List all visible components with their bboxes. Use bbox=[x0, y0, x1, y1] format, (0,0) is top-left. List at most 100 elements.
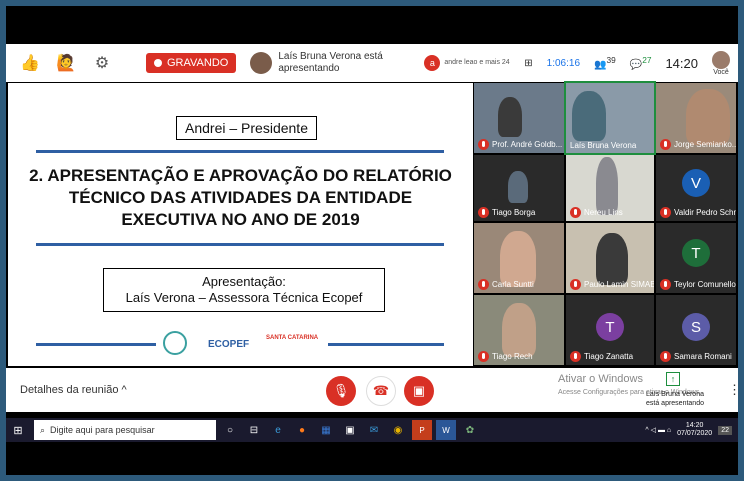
avatar: T bbox=[596, 313, 624, 341]
mic-off-icon: 🎙 bbox=[332, 383, 350, 398]
slide-apres-line2: Laís Verona – Assessora Técnica Ecopef bbox=[125, 290, 363, 305]
taskbar-search[interactable]: ⌕ Digite aqui para pesquisar bbox=[34, 420, 216, 440]
ecopef-logo: ECOPEF bbox=[208, 339, 250, 350]
mic-off-icon bbox=[570, 207, 581, 218]
participant-name: Jorge Semianko... bbox=[660, 139, 736, 150]
presentation-slide: Andrei – Presidente 2. APRESENTAÇÃO E AP… bbox=[8, 83, 473, 366]
mic-toggle-button[interactable]: 🎙 bbox=[326, 376, 356, 406]
participant-name: Carla Suntti bbox=[478, 279, 534, 290]
recording-label: GRAVANDO bbox=[167, 57, 229, 69]
camera-toggle-button[interactable]: ▣ bbox=[404, 376, 434, 406]
presenter-avatar bbox=[250, 52, 273, 74]
slide-divider-bottom bbox=[36, 243, 444, 246]
task-view-icon[interactable]: ⊟ bbox=[244, 420, 264, 440]
participant-video bbox=[686, 89, 730, 145]
mic-off-icon bbox=[660, 139, 671, 150]
video-tile[interactable]: T Tiago Zanatta bbox=[566, 295, 654, 365]
video-tile[interactable]: T Teylor Comunello bbox=[656, 223, 736, 293]
participant-name-text: Tiago Borga bbox=[492, 208, 536, 217]
popup-line1: Laís Bruna Verona bbox=[646, 391, 704, 398]
participant-name: Samara Romani bbox=[660, 351, 732, 362]
video-tile[interactable]: Nereu Lins bbox=[566, 155, 654, 221]
participant-avatar-badge: a bbox=[424, 55, 441, 71]
chrome-icon[interactable]: ◉ bbox=[388, 420, 408, 440]
participant-video bbox=[502, 303, 536, 357]
participant-summary[interactable]: a andre leao e mais 24 bbox=[424, 55, 510, 71]
calendar-icon[interactable]: ▦ bbox=[316, 420, 336, 440]
slide-divider-top bbox=[36, 150, 444, 153]
recording-badge: GRAVANDO bbox=[146, 53, 237, 73]
powerpoint-icon[interactable]: P bbox=[412, 420, 432, 440]
video-tile[interactable]: Tiago Borga bbox=[474, 155, 564, 221]
meet-bottom-bar: Detalhes da reunião ^ 🎙 ☎ ▣ Ativar o Win… bbox=[6, 368, 741, 412]
participant-video bbox=[498, 97, 522, 137]
mic-off-icon bbox=[660, 279, 671, 290]
video-tile[interactable]: Prof. André Goldb... bbox=[474, 83, 564, 153]
avatar-icon[interactable]: 🙋 bbox=[54, 51, 78, 75]
participant-name-text: Samara Romani bbox=[674, 352, 732, 361]
presenter-info: Laís Bruna Verona está apresentando bbox=[250, 51, 386, 75]
participant-name: Tiago Rech bbox=[478, 351, 533, 362]
participant-name-text: Tiago Rech bbox=[492, 352, 533, 361]
people-icon[interactable]: 👥39 bbox=[594, 55, 616, 70]
participant-name: Valdir Pedro Schne... bbox=[660, 207, 736, 218]
firefox-icon[interactable]: ● bbox=[292, 420, 312, 440]
chat-icon[interactable]: 💬27 bbox=[630, 55, 652, 70]
video-tile[interactable]: Carla Suntti bbox=[474, 223, 564, 293]
record-dot-icon bbox=[154, 59, 162, 67]
taskbar-clock[interactable]: 14:20 07/07/2020 bbox=[677, 422, 712, 438]
cortana-icon[interactable]: ○ bbox=[220, 420, 240, 440]
present-icon[interactable]: ↑ bbox=[666, 372, 680, 386]
chevron-up-icon: ^ bbox=[121, 384, 127, 396]
video-tile-active[interactable]: Laís Bruna Verona bbox=[564, 81, 656, 155]
edge-icon[interactable]: e bbox=[268, 420, 288, 440]
presenter-text: Laís Bruna Verona está apresentando bbox=[278, 51, 383, 74]
windows-taskbar: ⊞ ⌕ Digite aqui para pesquisar ○ ⊟ e ● ▦… bbox=[6, 418, 738, 442]
layout-icon[interactable]: ⊞ bbox=[524, 58, 532, 69]
participant-video bbox=[508, 171, 528, 203]
gear-icon[interactable]: ⚙ bbox=[90, 51, 114, 75]
video-tile[interactable]: Paulo Lamin SIMAE bbox=[566, 223, 654, 293]
slide-footer-line-left bbox=[36, 343, 156, 346]
avatar: S bbox=[682, 313, 710, 341]
end-call-button[interactable]: ☎ bbox=[366, 376, 396, 406]
camera-off-icon: ▣ bbox=[412, 383, 426, 398]
meeting-details-button[interactable]: Detalhes da reunião ^ bbox=[20, 384, 127, 396]
mic-off-icon bbox=[478, 279, 489, 290]
avatar: V bbox=[682, 169, 710, 197]
app-icon[interactable]: ✿ bbox=[460, 420, 480, 440]
participant-count: 39 bbox=[606, 55, 616, 66]
notification-icon[interactable]: 22 bbox=[718, 425, 732, 435]
mic-off-icon bbox=[478, 207, 489, 218]
taskbar-date: 07/07/2020 bbox=[677, 430, 713, 437]
slide-title: 2. APRESENTAÇÃO E APROVAÇÃO DO RELATÓRIO… bbox=[29, 166, 452, 229]
taskbar-time: 14:20 bbox=[685, 422, 704, 429]
avatar bbox=[712, 50, 730, 69]
video-tile[interactable]: S Samara Romani bbox=[656, 295, 736, 365]
popup-line2: está apresentando bbox=[646, 400, 704, 407]
participant-video bbox=[596, 233, 628, 285]
mic-off-icon bbox=[660, 207, 671, 218]
windows-start-icon[interactable]: ⊞ bbox=[6, 424, 30, 437]
system-tray: ^ ◁ ▬ ⌂ 14:20 07/07/2020 22 bbox=[645, 422, 738, 438]
video-tile[interactable]: Jorge Semianko... bbox=[656, 83, 736, 153]
thumbs-up-icon[interactable]: 👍 bbox=[18, 51, 42, 75]
store-icon[interactable]: ▣ bbox=[340, 420, 360, 440]
avatar: T bbox=[682, 239, 710, 267]
more-options-icon[interactable]: ⋮ bbox=[728, 382, 741, 398]
mic-off-icon bbox=[478, 351, 489, 362]
self-avatar[interactable]: Você bbox=[712, 50, 730, 76]
participant-name: Tiago Borga bbox=[478, 207, 535, 218]
phone-hangup-icon: ☎ bbox=[372, 383, 390, 398]
participant-name-text: Paulo Lamin SIMAE bbox=[584, 280, 654, 289]
participant-name: Nereu Lins bbox=[570, 207, 623, 218]
mic-off-icon bbox=[660, 351, 671, 362]
tray-icons[interactable]: ^ ◁ ▬ ⌂ bbox=[645, 426, 671, 434]
mail-icon[interactable]: ✉ bbox=[364, 420, 384, 440]
video-tile[interactable]: Tiago Rech bbox=[474, 295, 564, 365]
video-tile[interactable]: V Valdir Pedro Schne... bbox=[656, 155, 736, 221]
word-icon[interactable]: W bbox=[436, 420, 456, 440]
mic-off-icon bbox=[478, 139, 489, 150]
comite-logo-icon bbox=[163, 331, 187, 355]
participant-name: Teylor Comunello bbox=[660, 279, 736, 290]
